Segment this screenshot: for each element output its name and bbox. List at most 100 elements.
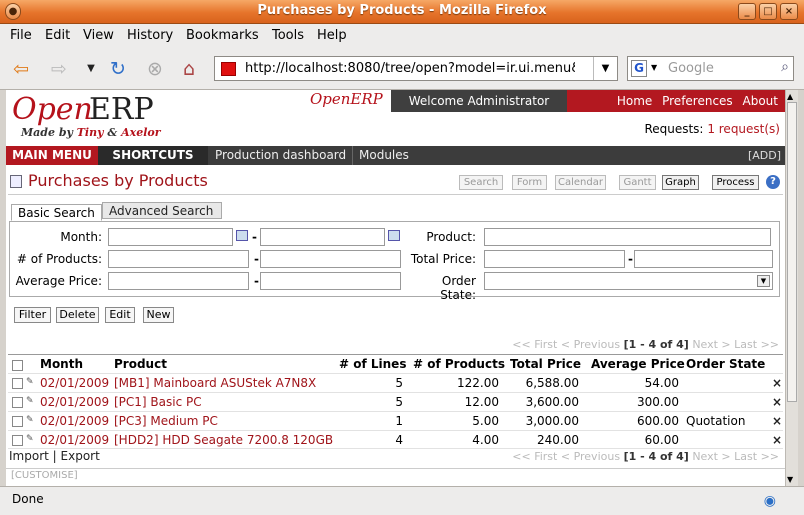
edit-button[interactable]: Edit (105, 307, 135, 323)
search-icon[interactable]: ⌕ (781, 59, 789, 75)
google-engine-icon[interactable]: G (631, 60, 647, 77)
table-row[interactable]: ✎ 02/01/2009 [PC3] Medium PC 1 5.00 3,00… (8, 411, 783, 430)
back-arrow-icon[interactable]: ⇦ (10, 58, 32, 80)
scroll-up-icon[interactable]: ▲ (787, 92, 793, 101)
col-month[interactable]: Month (40, 357, 83, 371)
firefox-icon[interactable]: ● (5, 3, 21, 20)
order-state-select[interactable]: ▼ (484, 272, 773, 290)
view-gantt-button[interactable]: Gantt (619, 175, 656, 190)
pager-first[interactable]: << First (512, 450, 557, 463)
num-products-from-input[interactable] (108, 250, 249, 268)
cell-product[interactable]: [PC3] Medium PC (114, 414, 218, 428)
url-dropdown-icon[interactable]: ▼ (593, 57, 617, 80)
main-menu-button[interactable]: MAIN MENU (6, 146, 98, 165)
row-checkbox[interactable] (12, 435, 23, 446)
preferences-link[interactable]: Preferences (662, 94, 733, 108)
pager-prev[interactable]: < Previous (561, 450, 620, 463)
delete-row-icon[interactable]: × (772, 376, 782, 390)
view-form-button[interactable]: Form (512, 175, 547, 190)
pager-prev[interactable]: < Previous (561, 338, 620, 351)
help-icon[interactable]: ? (766, 175, 780, 189)
row-checkbox[interactable] (12, 397, 23, 408)
tab-advanced-search[interactable]: Advanced Search (102, 202, 222, 219)
requests-link[interactable]: 1 request(s) (707, 122, 780, 136)
pager-last[interactable]: Last >> (734, 338, 779, 351)
home-link[interactable]: Home (617, 94, 652, 108)
table-row[interactable]: ✎ 02/01/2009 [MB1] Mainboard ASUStek A7N… (8, 373, 783, 392)
col-average-price[interactable]: Average Price (591, 357, 685, 371)
cell-month[interactable]: 02/01/2009 (40, 414, 109, 428)
tab-basic-search[interactable]: Basic Search (11, 204, 102, 221)
shortcuts-button[interactable]: SHORTCUTS (98, 146, 208, 165)
avg-price-to-input[interactable] (260, 272, 401, 290)
menu-help[interactable]: Help (317, 28, 347, 43)
delete-row-icon[interactable]: × (772, 433, 782, 447)
export-link[interactable]: Export (61, 449, 100, 463)
num-products-to-input[interactable] (260, 250, 401, 268)
about-link[interactable]: About (743, 94, 778, 108)
maximize-icon[interactable]: □ (759, 3, 777, 20)
menu-bookmarks[interactable]: Bookmarks (186, 28, 259, 43)
logo-open[interactable]: Open (12, 92, 93, 127)
shortcut-production-dashboard[interactable]: Production dashboard (215, 146, 346, 165)
customise-link[interactable]: [CUSTOMISE] (6, 468, 785, 484)
col-product[interactable]: Product (114, 357, 167, 371)
cell-product[interactable]: [MB1] Mainboard ASUStek A7N8X (114, 376, 316, 390)
pager-next[interactable]: Next > (692, 338, 730, 351)
col-products[interactable]: # of Products (413, 357, 505, 371)
menu-tools[interactable]: Tools (272, 28, 304, 43)
row-checkbox[interactable] (12, 378, 23, 389)
scrollbar-thumb[interactable] (787, 102, 797, 402)
month-to-input[interactable] (260, 228, 385, 246)
add-shortcut-link[interactable]: [ADD] (748, 146, 781, 165)
home-icon[interactable]: ⌂ (178, 58, 200, 80)
edit-pencil-icon[interactable]: ✎ (26, 415, 34, 425)
search-engine-box[interactable]: G ▼ Google ⌕ (627, 56, 794, 81)
col-lines[interactable]: # of Lines (339, 357, 406, 371)
close-window-icon[interactable]: × (780, 3, 798, 20)
new-button[interactable]: New (143, 307, 174, 323)
col-total-price[interactable]: Total Price (510, 357, 581, 371)
table-row[interactable]: ✎ 02/01/2009 [PC1] Basic PC 5 12.00 3,60… (8, 392, 783, 411)
month-from-input[interactable] (108, 228, 233, 246)
edit-pencil-icon[interactable]: ✎ (26, 434, 34, 444)
history-dropdown-icon[interactable]: ▼ (80, 58, 102, 80)
total-price-to-input[interactable] (634, 250, 773, 268)
import-link[interactable]: Import (9, 449, 49, 463)
calendar-icon[interactable] (236, 230, 248, 241)
edit-pencil-icon[interactable]: ✎ (26, 377, 34, 387)
pager-first[interactable]: << First (512, 338, 557, 351)
minimize-icon[interactable]: _ (738, 3, 756, 20)
shortcut-modules[interactable]: Modules (352, 146, 409, 165)
url-bar[interactable]: http://localhost:8080/tree/open?model=ir… (214, 56, 618, 81)
cell-month[interactable]: 02/01/2009 (40, 376, 109, 390)
view-graph-button[interactable]: Graph (662, 175, 699, 190)
cell-month[interactable]: 02/01/2009 (40, 433, 109, 447)
pager-next[interactable]: Next > (692, 450, 730, 463)
delete-row-icon[interactable]: × (772, 414, 782, 428)
col-order-state[interactable]: Order State (686, 357, 765, 371)
menu-edit[interactable]: Edit (45, 28, 70, 43)
delete-button[interactable]: Delete (56, 307, 99, 323)
view-calendar-button[interactable]: Calendar (555, 175, 606, 190)
cell-product[interactable]: [PC1] Basic PC (114, 395, 202, 409)
cell-product[interactable]: [HDD2] HDD Seagate 7200.8 120GB (114, 433, 333, 447)
pager-last[interactable]: Last >> (734, 450, 779, 463)
stop-icon[interactable]: ⊗ (144, 58, 166, 80)
total-price-from-input[interactable] (484, 250, 625, 268)
vertical-scrollbar[interactable]: ▲ ▼ (785, 90, 798, 486)
row-checkbox[interactable] (12, 416, 23, 427)
delete-row-icon[interactable]: × (772, 395, 782, 409)
calendar-icon[interactable] (388, 230, 400, 241)
table-row[interactable]: ✎ 02/01/2009 [HDD2] HDD Seagate 7200.8 1… (8, 430, 783, 449)
view-search-button[interactable]: Search (459, 175, 503, 190)
avg-price-from-input[interactable] (108, 272, 249, 290)
reload-icon[interactable]: ↻ (107, 58, 129, 80)
edit-pencil-icon[interactable]: ✎ (26, 396, 34, 406)
menu-history[interactable]: History (127, 28, 173, 43)
product-input[interactable] (484, 228, 771, 246)
engine-dropdown-icon[interactable]: ▼ (651, 63, 657, 72)
menu-file[interactable]: File (10, 28, 32, 43)
scroll-down-icon[interactable]: ▼ (787, 475, 793, 484)
view-process-button[interactable]: Process (712, 175, 759, 190)
